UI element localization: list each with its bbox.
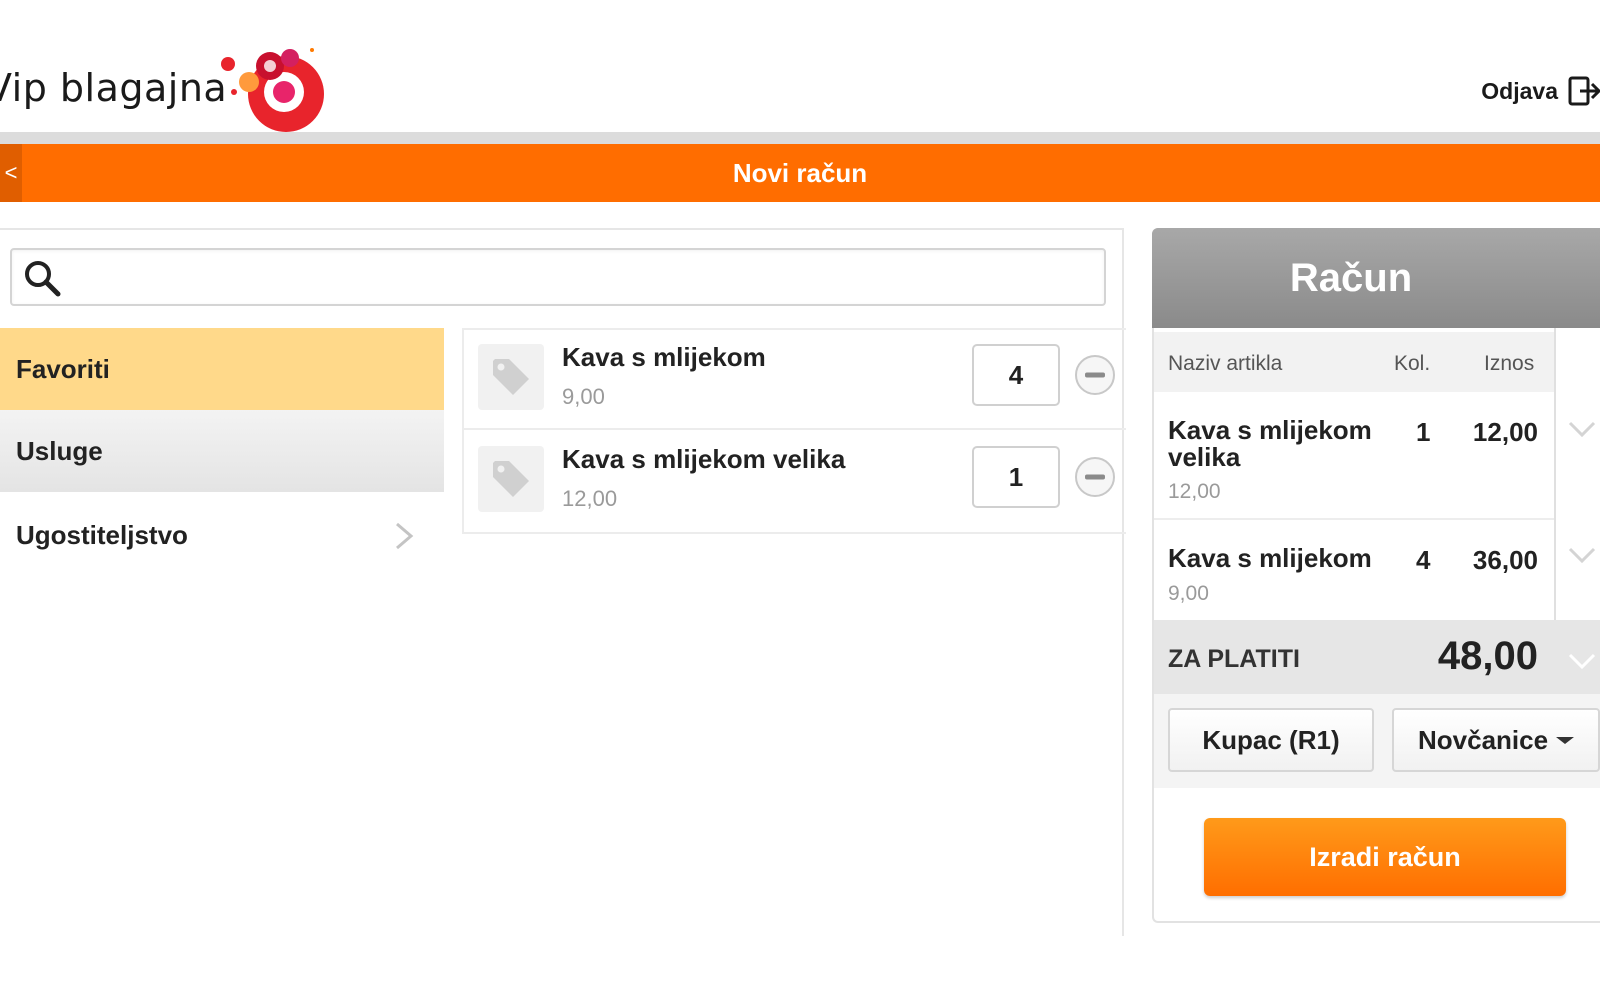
category-usluge[interactable]: Usluge — [0, 410, 444, 492]
customer-button[interactable]: Kupac (R1) — [1168, 708, 1374, 772]
product-name: Kava s mlijekom velika — [562, 444, 846, 474]
product-item[interactable]: Kava s mlijekom velika 12,00 1 — [462, 430, 1126, 532]
product-name: Kava s mlijekom — [562, 342, 766, 372]
product-price: 12,00 — [562, 486, 618, 511]
caret-down-icon — [1556, 736, 1575, 744]
create-receipt-button[interactable]: Izradi račun — [1204, 818, 1566, 896]
chevron-down-icon[interactable] — [1568, 420, 1596, 440]
column-name: Naziv artikla — [1168, 352, 1283, 375]
logout-label: Odjava — [1481, 77, 1558, 104]
line-item-name: Kava s mlijekom — [1168, 415, 1372, 445]
minus-icon[interactable] — [1074, 456, 1116, 498]
logout-icon — [1568, 76, 1600, 106]
column-qty: Kol. — [1394, 352, 1431, 375]
payment-method-select[interactable]: Novčanice — [1392, 708, 1600, 772]
category-ugostiteljstvo[interactable]: Ugostiteljstvo — [0, 494, 444, 576]
logout-button[interactable]: Odjava — [1481, 70, 1600, 112]
line-qty: 4 — [1416, 545, 1431, 575]
product-price: 9,00 — [562, 384, 605, 409]
line-unit-price: 9,00 — [1168, 582, 1209, 605]
tag-icon — [478, 446, 544, 512]
payment-method-label: Novčanice — [1418, 724, 1549, 755]
search-icon — [25, 261, 61, 297]
product-item[interactable]: Kava s mlijekom 9,00 4 — [462, 328, 1126, 430]
back-button[interactable]: < — [0, 144, 22, 202]
receipt-title: Račun — [1289, 256, 1413, 300]
quantity-field[interactable]: 1 — [972, 446, 1060, 508]
total-label: ZA PLATITI — [1168, 645, 1300, 673]
minus-icon[interactable] — [1074, 354, 1116, 396]
line-item-name-cont: velika — [1168, 442, 1241, 472]
search-input[interactable] — [70, 252, 1094, 304]
header-divider — [0, 132, 1600, 144]
brand-logo — [221, 48, 324, 132]
category-favoriti[interactable]: Favoriti — [0, 328, 444, 410]
line-unit-price: 12,00 — [1168, 480, 1221, 503]
line-amount: 12,00 — [1472, 417, 1538, 447]
tag-icon — [478, 344, 544, 410]
page-title: Novi račun — [732, 158, 868, 188]
line-amount: 36,00 — [1472, 545, 1538, 575]
line-qty: 1 — [1416, 417, 1431, 447]
chevron-down-icon[interactable] — [1568, 546, 1596, 566]
chevron-down-icon[interactable] — [1568, 652, 1596, 672]
total-value: 48,00 — [1437, 634, 1538, 678]
chevron-right-icon — [396, 522, 414, 550]
line-item-name: Kava s mlijekom — [1168, 543, 1372, 573]
quantity-field[interactable]: 4 — [972, 344, 1060, 406]
column-amount: Iznos — [1484, 352, 1535, 375]
app-title: Vip blagajna — [0, 66, 228, 110]
